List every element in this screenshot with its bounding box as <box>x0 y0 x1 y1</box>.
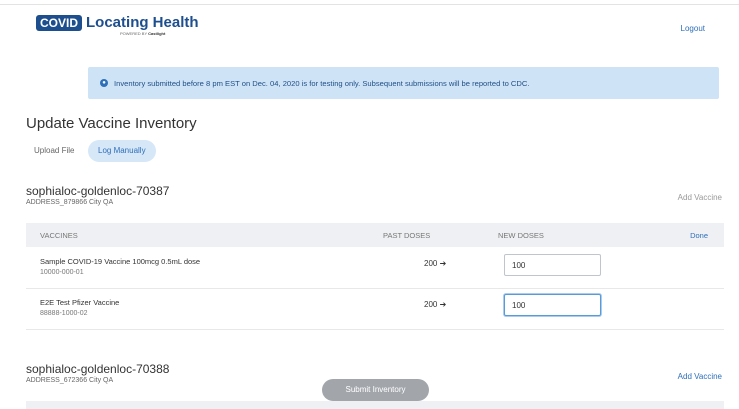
arrow-right-icon: ➔ <box>439 259 447 268</box>
logout-link[interactable]: Logout <box>681 24 705 33</box>
vaccine-name: E2E Test Pfizer Vaccine <box>40 298 120 307</box>
vaccine-table-header: VACCINES PAST DOSES NEW DOSES Done <box>26 223 724 247</box>
vaccine-code: 88888-1000-02 <box>40 310 88 317</box>
add-vaccine-link[interactable]: Add Vaccine <box>678 193 722 202</box>
logo-covid-badge: COVID <box>36 15 83 31</box>
logo-title: Locating Health <box>86 14 199 31</box>
col-past-doses: PAST DOSES <box>383 231 431 240</box>
done-button[interactable]: Done <box>690 231 708 240</box>
add-vaccine-link[interactable]: Add Vaccine <box>678 372 722 381</box>
location-name: sophialoc-goldenloc-70388 <box>26 362 170 376</box>
vaccine-code: 10000-000-01 <box>40 269 84 276</box>
logo-powered-by: POWERED BY Castlight <box>120 31 165 36</box>
new-doses-input[interactable] <box>504 294 601 316</box>
banner-text: Inventory submitted before 8 pm EST on D… <box>114 78 530 88</box>
col-new-doses: NEW DOSES <box>498 231 544 240</box>
past-doses-value: 200 <box>424 300 438 309</box>
tab-log-manually[interactable]: Log Manually <box>88 140 156 162</box>
top-divider <box>0 4 739 5</box>
table-row: Sample COVID-19 Vaccine 100mcg 0.5mL dos… <box>26 249 724 289</box>
vaccine-name: Sample COVID-19 Vaccine 100mcg 0.5mL dos… <box>40 257 201 266</box>
location-address: ADDRESS_879866 City QA <box>26 199 114 206</box>
info-banner: ● Inventory submitted before 8 pm EST on… <box>88 67 719 99</box>
tab-upload-file[interactable]: Upload File <box>26 140 84 162</box>
past-doses: 200 ➔ <box>424 259 446 268</box>
col-vaccines: VACCINES <box>40 231 78 240</box>
location-address: ADDRESS_672366 City QA <box>26 377 114 384</box>
submit-inventory-button[interactable]: Submit Inventory <box>322 379 429 401</box>
app-logo[interactable]: COVID Locating Health POWERED BY Castlig… <box>36 14 199 36</box>
new-doses-input[interactable] <box>504 254 601 276</box>
table-header-strip <box>26 401 724 409</box>
logo-powered-text: POWERED BY <box>120 31 148 36</box>
location-name: sophialoc-goldenloc-70387 <box>26 184 170 198</box>
logo-brand: Castlight <box>148 31 166 36</box>
info-icon: ● <box>100 79 108 87</box>
past-doses: 200 ➔ <box>424 300 446 309</box>
page-title: Update Vaccine Inventory <box>26 115 197 132</box>
arrow-right-icon: ➔ <box>439 300 447 309</box>
past-doses-value: 200 <box>424 259 438 268</box>
table-row: E2E Test Pfizer Vaccine 88888-1000-02 20… <box>26 290 724 330</box>
